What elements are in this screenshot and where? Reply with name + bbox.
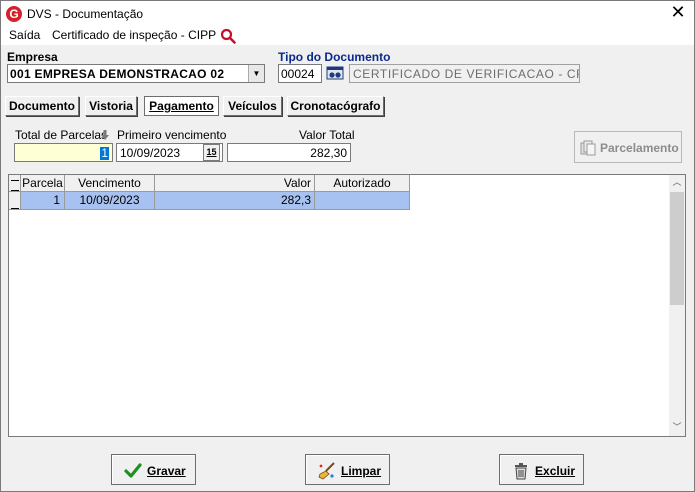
parcelamento-button[interactable]: Parcelamento bbox=[574, 131, 682, 163]
valor-total-field[interactable]: 282,30 bbox=[227, 143, 351, 162]
valor-total-label: Valor Total bbox=[299, 128, 355, 142]
tipo-documento-label: Tipo do Documento bbox=[278, 50, 391, 64]
table-cell-vencimento[interactable]: 10/09/2023 bbox=[65, 192, 155, 210]
row-indicator[interactable] bbox=[9, 192, 21, 210]
checkmark-icon bbox=[124, 463, 142, 478]
parcelas-grid[interactable]: Parcela Vencimento Valor Autorizado 1 10… bbox=[8, 174, 686, 437]
excluir-button-label: Excluir bbox=[535, 464, 576, 478]
scroll-down-icon[interactable]: ﹀ bbox=[669, 420, 685, 436]
menu-bar: Saída Certificado de inspeção - CIPP bbox=[1, 27, 694, 45]
tab-vistoria-label: Vistoria bbox=[89, 99, 133, 113]
main-window: G DVS - Documentação ✕ Saída Certificado… bbox=[0, 0, 695, 492]
tab-cronotacografo-label: Cronotacógrafo bbox=[290, 99, 381, 113]
limpar-button[interactable]: Limpar bbox=[305, 454, 390, 485]
tab-pagamento[interactable]: Pagamento bbox=[144, 96, 219, 116]
tab-documento-label: Documento bbox=[9, 99, 75, 113]
tab-documento[interactable]: Documento bbox=[5, 96, 79, 116]
primeiro-vencimento-label: Primeiro vencimento bbox=[117, 128, 227, 142]
tipo-documento-description: CERTIFICADO DE VERIFICACAO - CRO bbox=[349, 64, 580, 83]
trash-icon bbox=[515, 463, 527, 480]
binoculars-search-icon[interactable] bbox=[326, 65, 344, 82]
gravar-button-label: Gravar bbox=[147, 464, 186, 478]
empresa-value: 001 EMPRESA DEMONSTRACAO 02 bbox=[10, 67, 225, 81]
empresa-select[interactable]: 001 EMPRESA DEMONSTRACAO 02 ▼ bbox=[7, 64, 265, 83]
table-cell-autorizado[interactable] bbox=[315, 192, 410, 210]
table-cell-parcela[interactable]: 1 bbox=[21, 192, 65, 210]
chevron-down-icon[interactable]: ▼ bbox=[248, 65, 264, 82]
scrollbar-thumb[interactable] bbox=[670, 192, 684, 305]
scroll-up-icon[interactable]: ︿ bbox=[669, 175, 685, 191]
gravar-button[interactable]: Gravar bbox=[111, 454, 196, 485]
tab-veiculos[interactable]: Veículos bbox=[223, 96, 282, 116]
tipo-documento-code-field[interactable]: 00024 bbox=[278, 64, 322, 83]
limpar-button-label: Limpar bbox=[341, 464, 382, 478]
column-header-vencimento[interactable]: Vencimento bbox=[65, 175, 155, 192]
total-parcelas-field[interactable]: 1 bbox=[14, 143, 113, 162]
grid-header-indicator bbox=[9, 175, 21, 192]
title-bar: G DVS - Documentação ✕ bbox=[1, 1, 694, 27]
column-header-parcela[interactable]: Parcela bbox=[21, 175, 65, 192]
close-icon[interactable]: ✕ bbox=[668, 3, 688, 23]
tab-veiculos-label: Veículos bbox=[228, 99, 277, 113]
table-cell-valor[interactable]: 282,3 bbox=[155, 192, 315, 210]
total-parcelas-value: 1 bbox=[100, 146, 109, 160]
app-logo-icon: G bbox=[6, 6, 22, 22]
window-title: DVS - Documentação bbox=[27, 7, 144, 21]
calendar-icon[interactable]: 15 bbox=[203, 144, 220, 161]
search-icon[interactable] bbox=[220, 28, 236, 44]
sort-down-icon bbox=[101, 130, 109, 140]
tab-pagamento-label: Pagamento bbox=[149, 99, 214, 113]
parcelamento-button-label: Parcelamento bbox=[600, 141, 679, 155]
total-parcelas-label: Total de Parcelas bbox=[15, 128, 108, 142]
broom-icon bbox=[318, 462, 335, 480]
pages-icon bbox=[580, 140, 596, 156]
tab-cronotacografo[interactable]: Cronotacógrafo bbox=[287, 96, 384, 116]
excluir-button[interactable]: Excluir bbox=[499, 454, 584, 485]
menu-item-saida[interactable]: Saída bbox=[9, 28, 40, 42]
column-header-autorizado[interactable]: Autorizado bbox=[315, 175, 410, 192]
tab-vistoria[interactable]: Vistoria bbox=[85, 96, 137, 116]
empresa-label: Empresa bbox=[7, 50, 58, 64]
menu-item-certificado[interactable]: Certificado de inspeção - CIPP bbox=[52, 28, 216, 42]
vertical-scrollbar[interactable]: ︿ ﹀ bbox=[669, 175, 685, 436]
column-header-valor[interactable]: Valor bbox=[155, 175, 315, 192]
